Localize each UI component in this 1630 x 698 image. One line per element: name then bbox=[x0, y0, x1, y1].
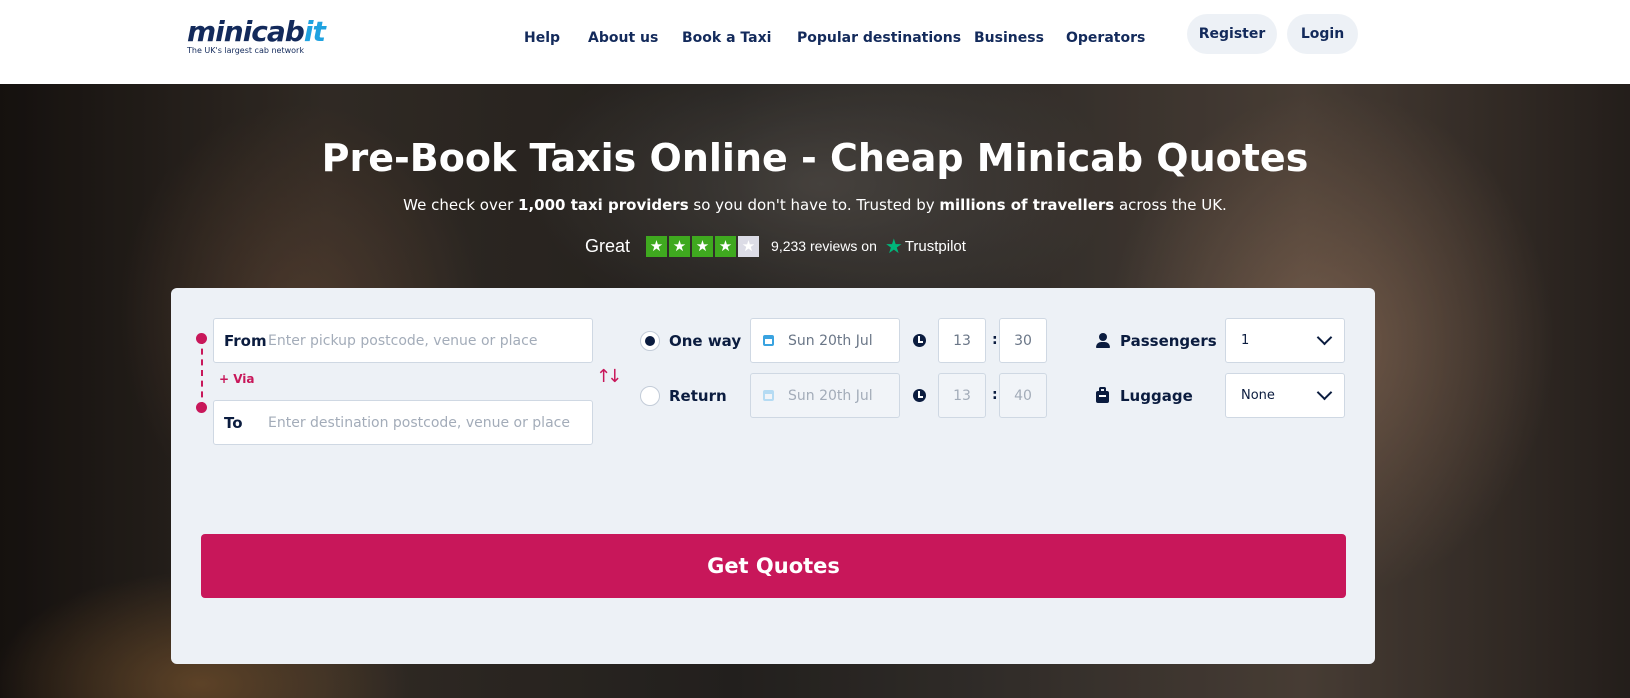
return-date-picker[interactable]: Sun 20th Jul bbox=[750, 373, 900, 418]
to-label: To bbox=[224, 413, 243, 432]
booking-form: From + Via ↑↓ To One way Sun 20th Jul 13… bbox=[171, 288, 1375, 664]
return-hour-select[interactable]: 13 bbox=[938, 373, 986, 418]
calendar-icon bbox=[763, 390, 774, 401]
luggage-select[interactable]: None bbox=[1225, 373, 1345, 418]
destination-dot-icon bbox=[196, 402, 207, 413]
return-radio[interactable] bbox=[640, 386, 660, 406]
main-nav: Help About us Book a Taxi Popular destin… bbox=[0, 30, 1630, 52]
time-separator: : bbox=[992, 387, 998, 403]
trustpilot-logo: ★ Trustpilot bbox=[884, 235, 966, 258]
chevron-down-icon bbox=[1316, 329, 1333, 346]
star-icon: ★ bbox=[669, 235, 691, 257]
star-icon: ★ bbox=[646, 235, 668, 257]
from-label: From bbox=[224, 331, 267, 350]
outbound-date-picker[interactable]: Sun 20th Jul bbox=[750, 318, 900, 363]
trustpilot-rating-word: Great bbox=[585, 235, 631, 256]
nav-help[interactable]: Help bbox=[524, 30, 560, 46]
trustpilot-stars: ★ ★ ★ ★ ★ bbox=[646, 235, 760, 257]
return-label[interactable]: Return bbox=[669, 387, 727, 405]
clock-icon bbox=[913, 389, 926, 402]
trustpilot-star-icon: ★ bbox=[884, 235, 903, 258]
pickup-dot-icon bbox=[196, 333, 207, 344]
passengers-select[interactable]: 1 bbox=[1225, 318, 1345, 363]
trustpilot-review-count: 9,233 reviews on bbox=[771, 238, 877, 254]
chevron-down-icon bbox=[1316, 384, 1333, 401]
from-input[interactable] bbox=[268, 332, 592, 349]
nav-about-us[interactable]: About us bbox=[588, 30, 658, 46]
add-via-button[interactable]: + Via bbox=[219, 372, 255, 386]
route-connector bbox=[201, 338, 203, 408]
nav-popular-destinations[interactable]: Popular destinations bbox=[797, 30, 961, 46]
hero-subtitle: We check over 1,000 taxi providers so yo… bbox=[403, 196, 1227, 214]
luggage-value: None bbox=[1241, 388, 1275, 403]
time-separator: : bbox=[992, 332, 998, 348]
passengers-label: Passengers bbox=[1120, 332, 1217, 350]
to-input[interactable] bbox=[268, 414, 592, 431]
return-minute-select[interactable]: 40 bbox=[999, 373, 1047, 418]
from-field[interactable]: From bbox=[213, 318, 593, 363]
hero-title: Pre-Book Taxis Online - Cheap Minicab Qu… bbox=[321, 136, 1309, 180]
calendar-icon bbox=[763, 335, 774, 346]
outbound-minute-select[interactable]: 30 bbox=[999, 318, 1047, 363]
luggage-label: Luggage bbox=[1120, 387, 1193, 405]
hero-section: Pre-Book Taxis Online - Cheap Minicab Qu… bbox=[0, 84, 1630, 698]
nav-operators[interactable]: Operators bbox=[1066, 30, 1145, 46]
trustpilot-widget[interactable]: Great ★ ★ ★ ★ ★ 9,233 reviews on ★ Trustp… bbox=[585, 232, 966, 260]
star-icon: ★ bbox=[715, 235, 737, 257]
one-way-radio[interactable] bbox=[640, 331, 660, 351]
get-quotes-button[interactable]: Get Quotes bbox=[201, 534, 1346, 598]
outbound-hour-select[interactable]: 13 bbox=[938, 318, 986, 363]
register-button[interactable]: Register bbox=[1187, 14, 1277, 54]
one-way-label[interactable]: One way bbox=[669, 332, 741, 350]
swap-locations-icon[interactable]: ↑↓ bbox=[596, 366, 622, 387]
to-field[interactable]: To bbox=[213, 400, 593, 445]
luggage-icon bbox=[1096, 387, 1109, 403]
login-button[interactable]: Login bbox=[1287, 14, 1358, 54]
nav-book-a-taxi[interactable]: Book a Taxi bbox=[682, 30, 771, 46]
person-icon bbox=[1096, 333, 1110, 349]
star-icon: ★ bbox=[692, 235, 714, 257]
clock-icon bbox=[913, 334, 926, 347]
outbound-date-value: Sun 20th Jul bbox=[788, 332, 873, 349]
passengers-value: 1 bbox=[1241, 333, 1250, 348]
nav-business[interactable]: Business bbox=[974, 30, 1044, 46]
site-header: minicabit The UK's largest cab network H… bbox=[0, 0, 1630, 84]
return-date-value: Sun 20th Jul bbox=[788, 387, 873, 404]
star-empty-icon: ★ bbox=[738, 235, 760, 257]
